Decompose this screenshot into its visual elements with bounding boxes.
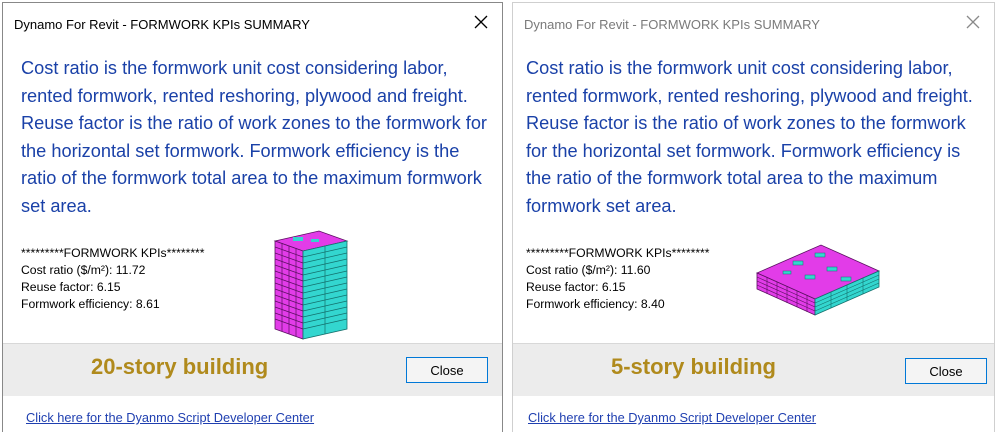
- close-button[interactable]: Close: [406, 357, 488, 383]
- title-bar: Dynamo For Revit - FORMWORK KPIs SUMMARY: [3, 3, 502, 43]
- kpi-header: *********FORMWORK KPIs********: [21, 246, 205, 260]
- description-text: Cost ratio is the formwork unit cost con…: [21, 58, 487, 216]
- action-bar: 5-story building Close: [513, 343, 994, 396]
- kpi-summary: *********FORMWORK KPIs******** Cost rati…: [21, 245, 205, 313]
- title-bar: Dynamo For Revit - FORMWORK KPIs SUMMARY: [513, 3, 994, 43]
- kpi-summary: *********FORMWORK KPIs******** Cost rati…: [526, 245, 710, 313]
- close-x-icon[interactable]: [960, 9, 986, 35]
- kpi-dialog-20-story: Dynamo For Revit - FORMWORK KPIs SUMMARY…: [2, 2, 503, 432]
- kpi-dialog-5-story: Dynamo For Revit - FORMWORK KPIs SUMMARY…: [512, 2, 995, 432]
- window-title: Dynamo For Revit - FORMWORK KPIs SUMMARY: [14, 17, 310, 32]
- close-button[interactable]: Close: [905, 358, 987, 384]
- reuse-factor: Reuse factor: 6.15: [526, 280, 626, 294]
- developer-center-link[interactable]: Click here for the Dyanmo Script Develop…: [528, 410, 816, 425]
- close-x-icon[interactable]: [468, 9, 494, 35]
- building-5-story-image: [756, 244, 880, 316]
- footer: Click here for the Dyanmo Script Develop…: [3, 396, 502, 432]
- building-caption: 20-story building: [91, 354, 269, 379]
- developer-center-link[interactable]: Click here for the Dyanmo Script Develop…: [26, 410, 314, 425]
- cost-ratio: Cost ratio ($/m²): 11.72: [21, 263, 146, 277]
- cost-ratio: Cost ratio ($/m²): 11.60: [526, 263, 651, 277]
- footer: Click here for the Dyanmo Script Develop…: [513, 396, 994, 432]
- formwork-efficiency: Formwork efficiency: 8.40: [526, 297, 665, 311]
- building-20-story-image: [273, 230, 349, 340]
- description-text: Cost ratio is the formwork unit cost con…: [526, 58, 973, 216]
- formwork-efficiency: Formwork efficiency: 8.61: [21, 297, 160, 311]
- reuse-factor: Reuse factor: 6.15: [21, 280, 121, 294]
- window-title: Dynamo For Revit - FORMWORK KPIs SUMMARY: [524, 17, 820, 32]
- building-caption: 5-story building: [611, 354, 776, 379]
- kpi-header: *********FORMWORK KPIs********: [526, 246, 710, 260]
- action-bar: 20-story building Close: [3, 343, 502, 396]
